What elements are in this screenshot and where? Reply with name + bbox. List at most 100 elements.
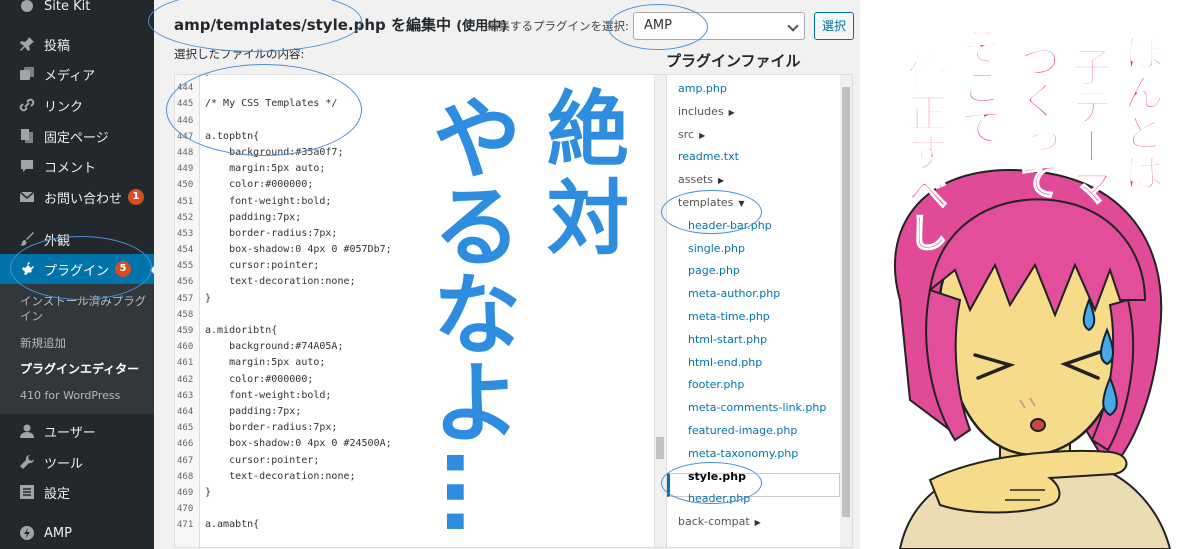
file-tree-file[interactable]: single.php [688, 242, 745, 255]
file-tree-file[interactable]: html-end.php [688, 356, 762, 369]
warning-char: や [432, 88, 521, 191]
file-tree-file[interactable]: readme.txt [678, 150, 739, 163]
file-tree-folder[interactable]: src ▶ [678, 128, 705, 141]
manga-line: そこで [954, 25, 1002, 147]
comment-icon [18, 157, 36, 175]
file-tree-folder[interactable]: assets ▶ [678, 173, 724, 186]
sidebar-item-users[interactable]: ユーザー [0, 416, 154, 446]
line-number: 455 [177, 261, 194, 272]
file-tree-file[interactable]: meta-time.php [688, 310, 770, 323]
file-name: readme.txt [678, 150, 739, 164]
file-name: meta-time.php [688, 310, 770, 323]
file-tree-file[interactable]: html-start.php [688, 333, 767, 346]
file-tree-file[interactable]: meta-author.php [688, 287, 780, 300]
line-number: 463 [177, 390, 194, 401]
code-line: 458 [175, 307, 655, 323]
sidebar-item-label: 投稿 [44, 38, 71, 54]
sidebar-item-amp[interactable]: AMP [0, 518, 154, 548]
page-icon [18, 127, 36, 145]
settings-icon [18, 483, 36, 501]
code-line: 465 border-radius:7px; [175, 420, 655, 436]
media-icon [18, 65, 36, 83]
sidebar-item-label: Site Kit [44, 0, 91, 14]
file-tree-file[interactable]: meta-comments-link.php [688, 401, 826, 414]
file-name: footer.php [688, 378, 745, 392]
code-text: font-weight:bold; [205, 389, 332, 401]
file-tree-file[interactable]: featured-image.php [688, 424, 797, 437]
code-text: padding:7px; [205, 211, 302, 223]
file-tree-folder[interactable]: back-compat ▶ [678, 515, 761, 528]
manga-line: 子テーマ [1064, 45, 1112, 207]
amp-icon [18, 524, 36, 542]
sidebar-item-label: ユーザー [44, 425, 96, 441]
manga-line: つくって [1012, 39, 1060, 201]
line-number: 448 [177, 147, 194, 158]
code-text: border-radius:7px; [205, 227, 338, 239]
select-button[interactable]: 選択 [814, 12, 854, 40]
code-text: a.midoribtn{ [205, 325, 278, 336]
sidebar-item-settings[interactable]: 設定 [0, 477, 154, 507]
plugin-files-title: プラグインファイル [666, 52, 801, 70]
file-name: amp.php [678, 82, 727, 95]
file-name: meta-comments-link.php [688, 401, 827, 415]
screenshot-stage: Site Kit 投稿 メディア リンク 固定ページ コメント お問い合わせ 1 [0, 0, 1200, 549]
sidebar-item-contact[interactable]: お問い合わせ 1 [0, 182, 154, 212]
code-text: background:#74A05A; [205, 341, 344, 353]
sidebar-item-media[interactable]: メディア [0, 59, 154, 89]
sidebar-item-label: 設定 [44, 486, 71, 502]
code-text: } [205, 292, 212, 304]
file-tree-file[interactable]: meta-taxonomy.php [688, 447, 798, 460]
sidebar-item-links[interactable]: リンク [0, 90, 154, 120]
code-text: cursor:pointer; [205, 454, 320, 466]
manga-text-column-1: ほんとは [1114, 31, 1166, 193]
file-tree-file[interactable]: amp.php [678, 82, 727, 95]
highlight-circle-plugin-select [608, 4, 708, 50]
file-tree-scrollbar[interactable] [840, 75, 852, 547]
code-line: 456 text-decoration:none; [175, 274, 655, 290]
code-text: margin:5px auto; [205, 357, 326, 369]
sidebar-item-label: コメント [44, 160, 97, 176]
sidebar-item-label: AMP [44, 525, 72, 541]
scrollbar-thumb[interactable] [656, 437, 664, 459]
line-number: 471 [177, 520, 194, 531]
code-line: 468 text-decoration:none; [175, 469, 655, 485]
file-name: back-compat [678, 515, 750, 529]
file-tree-folder[interactable]: includes ▶ [678, 105, 735, 118]
code-text: box-shadow:0 4px 0 #24500A; [205, 438, 392, 450]
manga-text-column-3: つくって [1010, 39, 1062, 201]
sidebar-item-comments[interactable]: コメント [0, 151, 154, 181]
line-number: 461 [177, 358, 194, 369]
highlight-circle-templates [661, 190, 762, 234]
file-tree-file[interactable]: footer.php [688, 378, 744, 391]
line-number: 460 [177, 342, 194, 353]
line-number: 451 [177, 196, 194, 207]
code-line: 457} [175, 291, 655, 307]
heading-suffix: を編集中 [385, 16, 451, 34]
sidebar-item-pages[interactable]: 固定ページ [0, 121, 154, 151]
warning-char: る [432, 176, 521, 279]
line-number: 462 [177, 374, 194, 385]
submenu-410-for-wordpress[interactable]: 410 for WordPress [20, 388, 148, 403]
line-number: 466 [177, 439, 194, 450]
link-icon [18, 96, 36, 114]
line-number: 459 [177, 326, 194, 336]
sidebar-item-posts[interactable]: 投稿 [0, 29, 154, 59]
file-name: meta-author.php [688, 287, 781, 301]
file-name: includes [678, 104, 724, 118]
code-text: padding:7px; [205, 405, 302, 417]
scrollbar-thumb[interactable] [842, 87, 850, 517]
submenu-add-new[interactable]: 新規追加 [20, 336, 148, 351]
submenu-plugin-editor[interactable]: プラグインエディター [20, 362, 148, 377]
line-number: 454 [177, 245, 194, 256]
manga-text-column-4: そこで [952, 25, 1004, 147]
code-text: color:#000000; [205, 373, 314, 385]
line-number: 450 [177, 180, 194, 191]
code-text: } [205, 486, 212, 498]
line-number: 468 [177, 471, 194, 482]
warning-char: 絶 [546, 83, 629, 178]
file-tree-file[interactable]: page.php [688, 264, 740, 277]
code-line: 463 font-weight:bold; [175, 388, 655, 404]
file-name: featured-image.php [688, 424, 798, 437]
sidebar-item-site-kit[interactable]: Site Kit [0, 0, 154, 21]
sidebar-item-tools[interactable]: ツール [0, 447, 154, 477]
